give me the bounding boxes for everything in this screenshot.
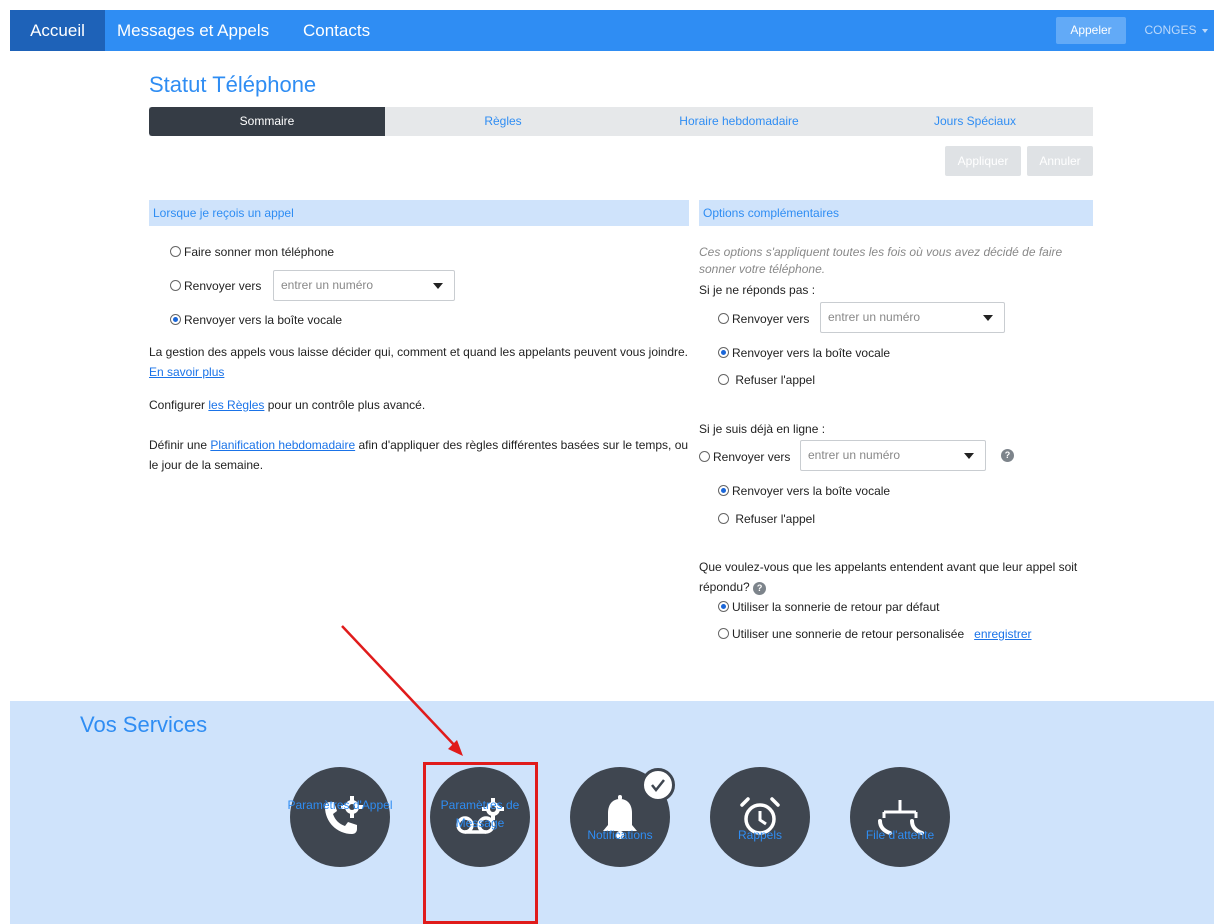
busy-reject[interactable]: Refuser l'appel (718, 512, 815, 526)
page-title: Statut Téléphone (149, 72, 317, 97)
tab-special-days[interactable]: Jours Spéciaux (857, 107, 1093, 136)
radio-no-answer-reject[interactable] (718, 374, 729, 385)
highlight-box (423, 762, 538, 924)
profile-menu[interactable]: CONGES (1138, 17, 1214, 44)
busy-forward[interactable]: Renvoyer vers (699, 450, 790, 464)
help-icon[interactable]: ? (1001, 449, 1014, 462)
radio-no-answer-voicemail[interactable] (718, 347, 729, 358)
no-answer-reject[interactable]: Refuser l'appel (718, 373, 815, 387)
option-voicemail-label: Renvoyer vers la boîte vocale (184, 313, 343, 327)
ringback-default-label: Utiliser la sonnerie de retour par défau… (732, 600, 940, 614)
learn-more-link[interactable]: En savoir plus (149, 365, 224, 379)
no-answer-forward[interactable]: Renvoyer vers (718, 312, 809, 326)
call-management-info: La gestion des appels vous laisse décide… (149, 342, 689, 382)
weekly-schedule-link[interactable]: Planification hebdomadaire (210, 438, 355, 452)
checkmark-icon (651, 779, 665, 793)
additional-options-header: Options complémentaires (699, 200, 1093, 226)
no-answer-label: Si je ne réponds pas : (699, 283, 816, 297)
rules-link[interactable]: les Règles (208, 398, 264, 412)
no-answer-number-select[interactable]: entrer un numéro (820, 302, 1005, 333)
alarm-clock-icon (740, 797, 780, 835)
busy-voicemail[interactable]: Renvoyer vers la boîte vocale (718, 484, 890, 498)
cancel-button[interactable]: Annuler (1027, 146, 1093, 176)
rules-info-prefix: Configurer (149, 398, 209, 412)
reminders-service[interactable] (710, 767, 810, 867)
no-answer-voicemail[interactable]: Renvoyer vers la boîte vocale (718, 346, 890, 360)
option-voicemail[interactable]: Renvoyer vers la boîte vocale (170, 313, 342, 327)
option-forward[interactable]: Renvoyer vers (170, 279, 261, 293)
radio-busy-reject[interactable] (718, 513, 729, 524)
rules-info: Configurer les Règles pour un contrôle p… (149, 398, 425, 412)
busy-forward-label: Renvoyer vers (713, 450, 791, 464)
no-answer-voicemail-label: Renvoyer vers la boîte vocale (732, 346, 891, 360)
busy-number-select[interactable]: entrer un numéro (800, 440, 986, 471)
chevron-down-icon (433, 283, 443, 289)
ringback-default[interactable]: Utiliser la sonnerie de retour par défau… (718, 600, 939, 614)
option-forward-label: Renvoyer vers (184, 279, 262, 293)
notifications-label[interactable]: Notifications (555, 826, 685, 844)
busy-number-placeholder: entrer un numéro (808, 448, 901, 462)
option-ring-label: Faire sonner mon téléphone (184, 245, 335, 259)
chevron-down-icon (983, 315, 993, 321)
radio-ringback-custom[interactable] (718, 628, 729, 639)
no-answer-reject-label: Refuser l'appel (735, 373, 816, 387)
tab-bar: Sommaire Règles Horaire hebdomadaire Jou… (149, 107, 1093, 136)
radio-busy-voicemail[interactable] (718, 485, 729, 496)
tab-rules[interactable]: Règles (385, 107, 621, 136)
busy-reject-label: Refuser l'appel (735, 512, 816, 526)
radio-forward[interactable] (170, 280, 181, 291)
ringback-question: Que voulez-vous que les appelants entend… (699, 557, 1094, 597)
radio-ringback-default[interactable] (718, 601, 729, 612)
call-button[interactable]: Appeler (1056, 17, 1126, 44)
chevron-down-icon (1201, 28, 1208, 33)
call-settings-service[interactable] (290, 767, 390, 867)
forward-number-select[interactable]: entrer un numéro (273, 270, 455, 301)
tab-summary[interactable]: Sommaire (149, 107, 385, 136)
forward-number-placeholder: entrer un numéro (281, 278, 374, 292)
help-icon[interactable]: ? (753, 582, 767, 595)
call-queue-label[interactable]: File d'attente (835, 826, 965, 844)
option-ring-phone[interactable]: Faire sonner mon téléphone (170, 245, 334, 259)
radio-voicemail[interactable] (170, 314, 181, 325)
radio-ring[interactable] (170, 246, 181, 257)
record-ringback-link[interactable]: enregistrer (974, 627, 1031, 641)
schedule-info-prefix: Définir une (149, 438, 211, 452)
profile-menu-label: CONGES (1144, 23, 1197, 37)
tab-weekly-schedule[interactable]: Horaire hebdomadaire (621, 107, 857, 136)
no-answer-number-placeholder: entrer un numéro (828, 310, 921, 324)
ringback-custom[interactable]: Utiliser une sonnerie de retour personal… (718, 627, 1032, 641)
nav-contacts[interactable]: Contacts (303, 10, 370, 51)
call-queue-icon (878, 800, 924, 835)
schedule-info: Définir une Planification hebdomadaire a… (149, 435, 689, 475)
apply-button[interactable]: Appliquer (945, 146, 1021, 176)
nav-messages-calls[interactable]: Messages et Appels (117, 10, 269, 51)
phone-gear-icon (325, 796, 363, 834)
services-title: Vos Services (80, 712, 208, 737)
busy-label: Si je suis déjà en ligne : (699, 422, 826, 436)
no-answer-forward-label: Renvoyer vers (732, 312, 810, 326)
ringback-custom-label: Utiliser une sonnerie de retour personal… (732, 627, 965, 641)
rules-info-suffix: pour un contrôle plus avancé. (264, 398, 426, 412)
call-management-info-text: La gestion des appels vous laisse décide… (149, 345, 689, 359)
nav-home[interactable]: Accueil (10, 10, 105, 51)
reminders-label[interactable]: Rappels (695, 826, 825, 844)
options-note: Ces options s'appliquent toutes les fois… (699, 245, 1063, 276)
chevron-down-icon (964, 453, 974, 459)
call-settings-label[interactable]: Paramètres d'Appel (275, 796, 405, 814)
top-navbar: Accueil Messages et Appels Contacts Appe… (10, 10, 1214, 51)
radio-no-answer-forward[interactable] (718, 313, 729, 324)
enabled-check-badge (641, 768, 675, 802)
incoming-call-header: Lorsque je reçois un appel (149, 200, 689, 226)
call-queue-service[interactable] (850, 767, 950, 867)
radio-busy-forward[interactable] (699, 451, 710, 462)
busy-voicemail-label: Renvoyer vers la boîte vocale (732, 484, 891, 498)
